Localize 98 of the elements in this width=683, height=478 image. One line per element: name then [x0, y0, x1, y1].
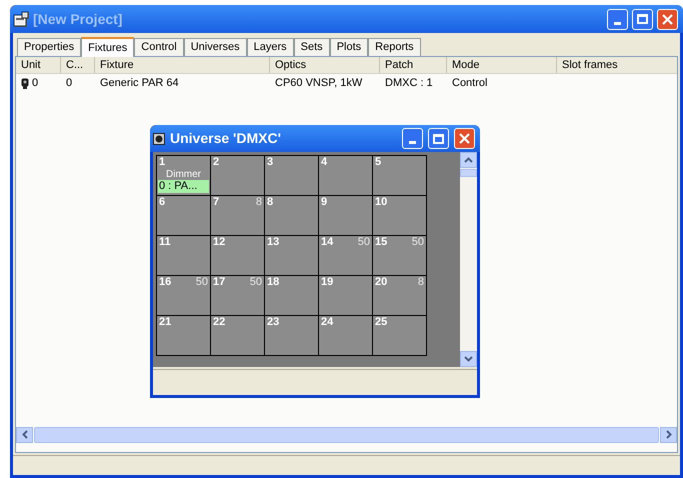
dmx-slot[interactable]: 21 — [157, 316, 210, 355]
window-title: Universe 'DMXC' — [170, 129, 281, 148]
minimize-button[interactable] — [607, 8, 628, 30]
slot-value: 8 — [256, 196, 262, 209]
tab[interactable]: Reports — [368, 38, 421, 56]
slot-number: 15 — [375, 236, 388, 249]
column-header[interactable]: Optics — [270, 57, 380, 73]
dmx-slot[interactable]: 5 — [373, 156, 426, 195]
dmx-slot[interactable]: 13 — [265, 236, 318, 275]
slot-value: 8 — [418, 276, 424, 289]
column-header[interactable]: Mode — [447, 57, 557, 73]
window-title: [New Project] — [33, 10, 122, 29]
dmx-slot[interactable]: 14 50 — [319, 236, 372, 275]
dmx-slot[interactable]: 12 — [211, 236, 264, 275]
slot-number: 23 — [267, 316, 280, 329]
dmx-slot[interactable]: 19 — [319, 276, 372, 315]
slot-number: 16 — [159, 276, 172, 289]
tab[interactable]: Universes — [184, 38, 247, 56]
scroll-left-button[interactable] — [16, 426, 33, 442]
slot-value: 50 — [250, 276, 262, 289]
slot-number: 4 — [321, 156, 328, 169]
dmx-slot[interactable]: 23 — [265, 316, 318, 355]
dmx-slot[interactable]: 6 — [157, 196, 210, 235]
slot-number: 7 — [213, 196, 220, 209]
slot-number: 11 — [159, 236, 171, 249]
maximize-button[interactable] — [632, 8, 653, 30]
dmx-slot[interactable]: 15 50 — [373, 236, 426, 275]
slot-number: 25 — [375, 316, 388, 329]
vertical-scrollbar-thumb[interactable] — [460, 169, 477, 177]
dmx-slot[interactable]: 11 — [157, 236, 210, 275]
table-cell-text: Control — [452, 76, 488, 92]
column-header[interactable]: Slot frames — [557, 57, 683, 73]
table-cell-text: 0 — [32, 76, 38, 92]
scroll-right-button[interactable] — [660, 426, 677, 442]
dmx-slot[interactable]: 22 — [211, 316, 264, 355]
dmx-slot[interactable]: 3 — [265, 156, 318, 195]
dmx-slot[interactable]: 9 — [319, 196, 372, 235]
tab[interactable]: Plots — [330, 38, 368, 56]
slot-label: Dimmer — [166, 169, 201, 180]
slot-number: 3 — [267, 156, 274, 169]
slot-number: 18 — [267, 276, 280, 289]
slot-number: 2 — [213, 156, 220, 169]
slot-number: 20 — [375, 276, 388, 289]
dmx-slot[interactable]: 20 8 — [373, 276, 426, 315]
slot-number: 10 — [375, 196, 388, 209]
table-cell-text: DMXC : 1 — [385, 76, 433, 92]
spotlight-icon — [21, 78, 29, 90]
column-header[interactable]: Patch — [380, 57, 447, 73]
slot-value: 50 — [412, 236, 424, 249]
dmx-slot[interactable]: 1 Dimmer 0 : PA... — [157, 156, 210, 195]
slot-number: 6 — [159, 196, 166, 209]
horizontal-scrollbar-thumb[interactable] — [34, 426, 659, 442]
column-header[interactable]: C... — [61, 57, 95, 73]
dmx-slot[interactable]: 7 8 — [211, 196, 264, 235]
close-icon — [459, 133, 470, 144]
table-cell-text: 0 — [66, 76, 72, 92]
dmx-slot[interactable]: 24 — [319, 316, 372, 355]
app-icon — [13, 11, 29, 27]
close-button[interactable] — [657, 8, 678, 30]
column-header[interactable]: Fixture — [95, 57, 270, 73]
table-cell-text: CP60 VNSP, 1kW — [275, 76, 362, 92]
slot-number: 1 — [159, 156, 166, 169]
dmx-slot[interactable]: 10 — [373, 196, 426, 235]
slot-patch: 0 : PA... — [158, 180, 209, 193]
universe-icon — [153, 132, 165, 144]
scroll-down-button[interactable] — [460, 351, 477, 367]
tab[interactable]: Layers — [246, 38, 294, 56]
slot-number: 8 — [267, 196, 274, 209]
slot-number: 9 — [321, 196, 328, 209]
dmx-slot[interactable]: 17 50 — [211, 276, 264, 315]
slot-number: 12 — [213, 236, 226, 249]
slot-number: 5 — [375, 156, 382, 169]
close-button[interactable] — [454, 128, 475, 149]
close-icon — [662, 14, 673, 24]
dmx-slot[interactable]: 18 — [265, 276, 318, 315]
dmx-slot[interactable]: 2 — [211, 156, 264, 195]
tab[interactable]: Properties — [17, 38, 82, 56]
tab[interactable]: Sets — [294, 38, 330, 56]
slot-value: 50 — [196, 276, 208, 289]
slot-number: 17 — [213, 276, 226, 289]
slot-number: 21 — [159, 316, 172, 329]
dmx-slot[interactable]: 4 — [319, 156, 372, 195]
slot-number: 14 — [321, 236, 334, 249]
slot-number: 19 — [321, 276, 334, 289]
slot-number: 22 — [213, 316, 226, 329]
dmx-slot[interactable]: 8 — [265, 196, 318, 235]
column-header[interactable]: Unit — [16, 57, 61, 73]
tab[interactable]: Control — [134, 38, 184, 56]
slot-number: 24 — [321, 316, 334, 329]
slot-number: 13 — [267, 236, 280, 249]
slot-value: 50 — [358, 236, 370, 249]
minimize-button[interactable] — [402, 128, 423, 149]
table-cell-text: Generic PAR 64 — [100, 76, 179, 92]
scroll-up-button[interactable] — [460, 152, 477, 168]
dmx-slot[interactable]: 25 — [373, 316, 426, 355]
maximize-button[interactable] — [428, 128, 449, 149]
tab[interactable]: Fixtures — [81, 37, 134, 57]
dmx-slot[interactable]: 16 50 — [157, 276, 210, 315]
